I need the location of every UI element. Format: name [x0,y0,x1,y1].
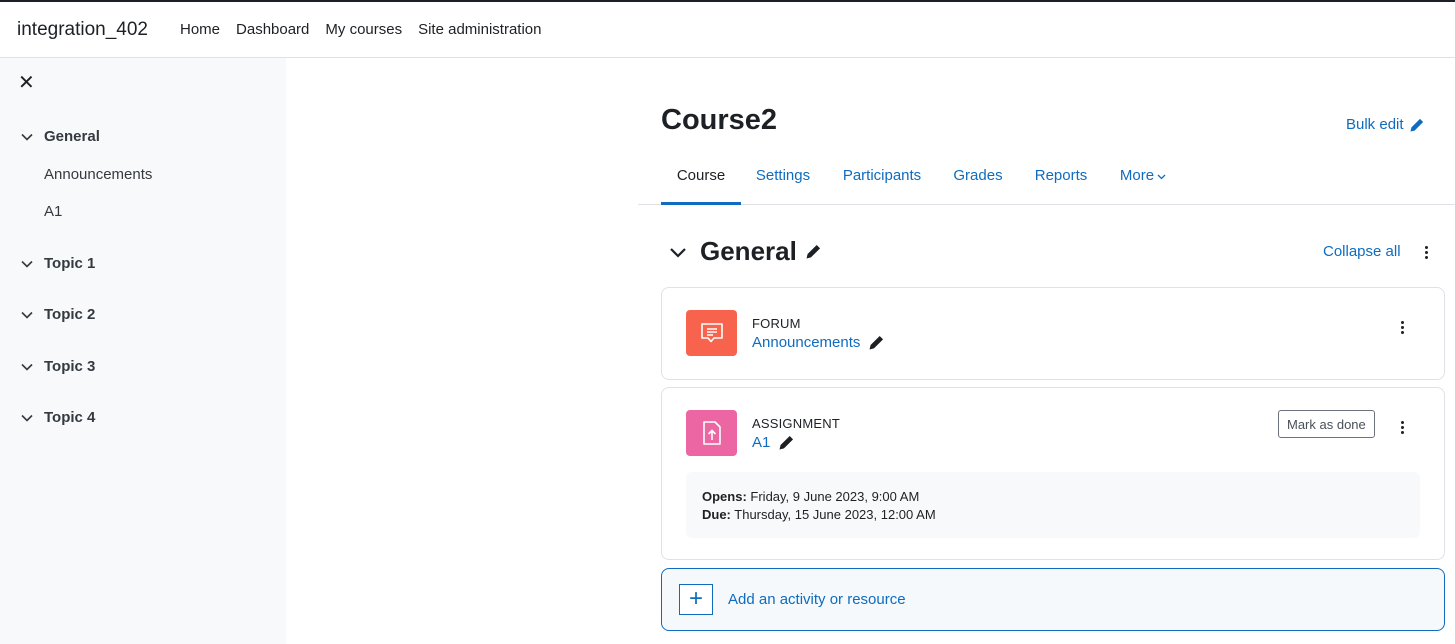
assignment-icon [686,410,737,456]
collapse-all-link[interactable]: Collapse all [1323,243,1401,260]
drawer-section-topic-4[interactable]: Topic 4 [20,409,95,426]
close-icon[interactable]: ✕ [18,72,36,94]
mark-as-done-button[interactable]: Mark as done [1278,410,1375,438]
due-value: Thursday, 15 June 2023, 12:00 AM [730,507,936,522]
drawer-section-general[interactable]: General [20,128,100,145]
course-index-drawer: ✕ General Announcements A1 Topic 1 Topic… [0,58,286,644]
drawer-section-topic-3[interactable]: Topic 3 [20,358,95,375]
nav-dashboard[interactable]: Dashboard [236,21,309,38]
drawer-section-label: General [44,128,100,145]
nav-site-administration[interactable]: Site administration [418,21,541,38]
activity-type-label: ASSIGNMENT [752,416,840,431]
drawer-section-topic-1[interactable]: Topic 1 [20,255,95,272]
plus-icon: + [679,584,713,615]
pencil-icon [1410,118,1423,132]
top-navbar: integration_402 Home Dashboard My courses S… [0,0,1455,58]
section-header: General [668,236,822,267]
chevron-down-icon [21,414,33,422]
drawer-section-label: Topic 3 [44,358,96,375]
drawer-item-a1[interactable]: A1 [44,203,62,220]
forum-icon [686,310,737,356]
page-title: Course2 [661,104,778,136]
due-date-row: Due: Thursday, 15 June 2023, 12:00 AM [702,506,1404,524]
drawer-section-label: Topic 2 [44,306,96,323]
chevron-down-icon [21,260,33,268]
drawer-item-announcements[interactable]: Announcements [44,166,152,183]
primary-navigation: Home Dashboard My courses Site administrati… [164,21,542,39]
kebab-menu-icon[interactable] [1395,417,1409,437]
tab-more-label: More [1119,167,1155,184]
kebab-menu-icon[interactable] [1419,242,1433,262]
section-title: General [700,236,797,266]
activity-type-label: FORUM [752,316,801,331]
activity-link-a1[interactable]: A1 [752,434,795,451]
opens-value: Friday, 9 June 2023, 9:00 AM [746,489,920,504]
due-label: Due: [702,507,731,522]
drawer-section-topic-2[interactable]: Topic 2 [20,306,95,323]
chevron-down-icon [1157,174,1166,179]
nav-my-courses[interactable]: My courses [325,21,402,38]
tab-more[interactable]: More [1117,158,1169,205]
pencil-icon[interactable] [778,434,795,451]
opens-label: Opens: [702,489,747,504]
tab-grades[interactable]: Grades [951,158,1005,205]
activity-card-assignment: ASSIGNMENT A1 Mark as done Opens: Friday… [661,387,1445,560]
chevron-down-icon[interactable] [668,242,688,262]
add-activity-label: Add an activity or resource [728,591,906,608]
tab-participants[interactable]: Participants [840,158,924,205]
drawer-section-label: Topic 4 [44,409,96,426]
site-name[interactable]: integration_402 [17,19,148,41]
pencil-icon[interactable] [805,243,822,260]
activity-dates: Opens: Friday, 9 June 2023, 9:00 AM Due:… [686,472,1420,538]
drawer-section-label: Topic 1 [44,255,96,272]
kebab-menu-icon[interactable] [1395,317,1409,337]
opens-date-row: Opens: Friday, 9 June 2023, 9:00 AM [702,488,1404,506]
tab-course[interactable]: Course [661,158,741,205]
nav-home[interactable]: Home [180,21,220,38]
bulk-edit-button[interactable]: Bulk edit [1346,116,1425,133]
chevron-down-icon [21,363,33,371]
tab-reports[interactable]: Reports [1032,158,1090,205]
activity-name: Announcements [752,334,861,351]
activity-card-forum: FORUM Announcements [661,287,1445,380]
bulk-edit-label: Bulk edit [1346,116,1404,133]
activity-link-announcements[interactable]: Announcements [752,334,885,351]
add-activity-button[interactable]: + Add an activity or resource [661,568,1445,631]
chevron-down-icon [21,311,33,319]
secondary-navigation: Course Settings Participants Grades Repo… [638,158,1455,205]
tab-settings[interactable]: Settings [753,158,813,205]
activity-name: A1 [752,434,771,451]
chevron-down-icon [21,133,33,141]
pencil-icon[interactable] [868,334,885,351]
